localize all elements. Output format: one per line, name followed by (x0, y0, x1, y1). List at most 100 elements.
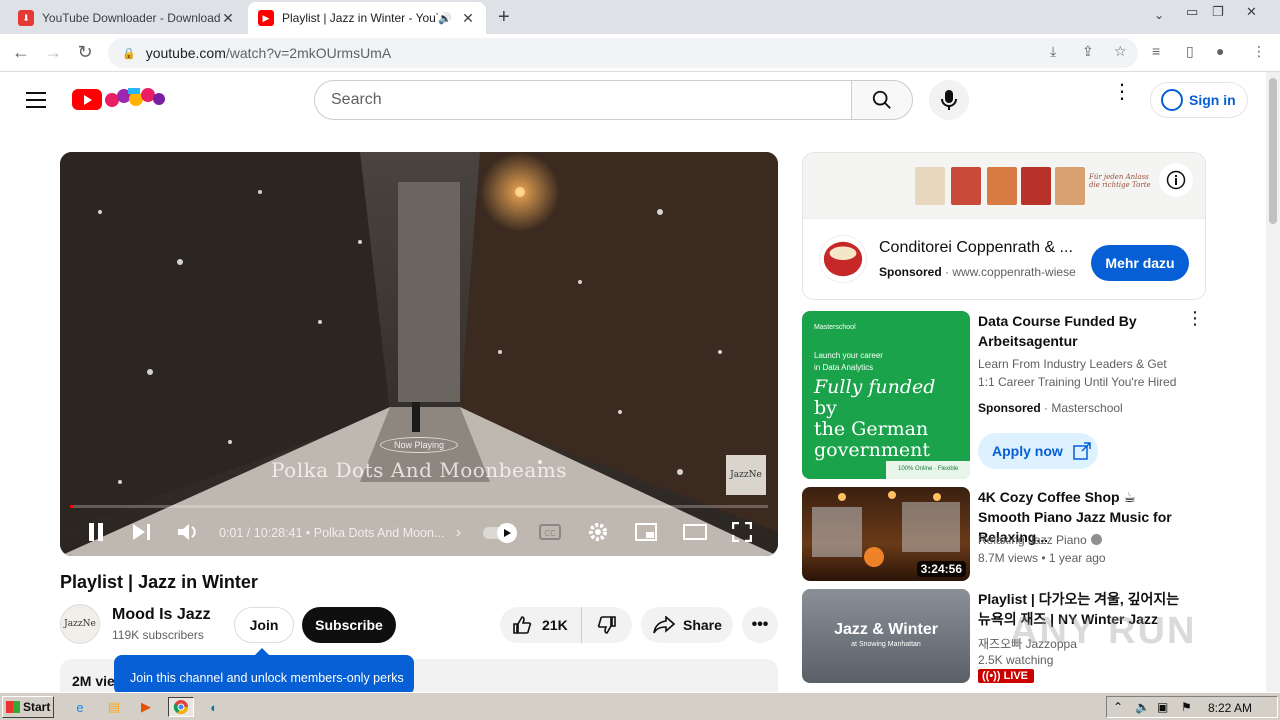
install-icon[interactable]: ⤓ (1050, 43, 1056, 60)
fullscreen-button[interactable] (730, 520, 754, 544)
mehr-dazu-button[interactable]: Mehr dazu (1091, 245, 1189, 281)
miniplayer-button[interactable] (634, 520, 658, 544)
cake-product-image (1055, 167, 1085, 205)
browser-menu-icon[interactable]: ⋮ (1252, 43, 1266, 60)
captions-button[interactable]: CC (538, 520, 562, 544)
advertiser-name[interactable]: Conditorei Coppenrath & ... (879, 239, 1073, 257)
lock-icon[interactable]: 🔒 (122, 47, 136, 60)
minimize-icon[interactable]: ▭ (1186, 4, 1198, 20)
share-page-icon[interactable]: ⇪ (1082, 43, 1094, 60)
join-tooltip: Join this channel and unlock members-onl… (114, 648, 414, 695)
chapter-arrow-icon: › (455, 524, 462, 541)
rec-menu-icon[interactable]: ⋮ (1186, 309, 1204, 327)
channel-avatar[interactable]: JazzNe (60, 604, 100, 644)
youtube-header: ⋮ Sign in (0, 72, 1266, 128)
volume-icon (178, 524, 196, 540)
video-thumbnail[interactable]: Jazz & Winter at Snowing Manhattan (802, 589, 970, 683)
video-thumbnail[interactable]: 3:24:56 (802, 487, 970, 581)
video-player[interactable]: Now Playing Polka Dots And Moonbeams Jaz… (60, 152, 778, 556)
hamburger-menu-icon[interactable] (26, 92, 46, 108)
thumb-headline-by: by (814, 397, 837, 419)
dislike-button[interactable] (582, 607, 632, 643)
new-tab-icon[interactable]: + (498, 6, 510, 29)
volume-tray-icon[interactable]: 🔈 (1135, 700, 1150, 714)
voice-search-button[interactable] (929, 80, 969, 120)
rec-title[interactable]: Data Course Funded By Arbeitsagentur (978, 311, 1184, 351)
audio-playing-icon[interactable]: 🔊 (438, 12, 452, 25)
next-button[interactable] (130, 520, 154, 544)
sign-in-button[interactable]: Sign in (1150, 82, 1248, 118)
ad-banner-image[interactable]: Für jeden Anlass die richtige Torte (803, 153, 1205, 219)
back-icon[interactable]: ← (10, 42, 32, 63)
ad-info-button[interactable] (1159, 163, 1193, 197)
settings-kebab-icon[interactable]: ⋮ (1112, 82, 1132, 102)
reload-icon[interactable]: ↻ (74, 42, 96, 63)
rec-channel[interactable]: Relaxing Jazz Piano (978, 533, 1102, 547)
apply-now-button[interactable]: Apply now (978, 433, 1098, 469)
tab-youtube-downloader[interactable]: ⬇ YouTube Downloader - Download Yo ✕ (8, 2, 246, 34)
bookmark-star-icon[interactable]: ☆ (1114, 43, 1127, 60)
youtube-logo-icon[interactable] (72, 89, 102, 110)
close-window-icon[interactable]: ✕ (1246, 4, 1257, 20)
sponsored-recommendation[interactable]: Masterschool Launch your career in Data … (802, 309, 1206, 479)
explorer-folder-icon[interactable]: ▤ (104, 697, 124, 717)
join-button[interactable]: Join (234, 607, 294, 643)
share-arrow-icon (653, 616, 675, 634)
recommended-video[interactable]: 3:24:56 4K Cozy Coffee Shop ☕ Smooth Pia… (802, 487, 1206, 581)
thumbs-up-icon (513, 616, 532, 634)
side-panel-icon[interactable]: ▯ (1186, 43, 1194, 60)
scrollbar-thumb[interactable] (1269, 78, 1277, 224)
system-tray: ⌃ 🔈 ▣ ⚑ (1106, 696, 1278, 718)
media-control-icon[interactable]: ≡ (1152, 43, 1160, 59)
pause-button[interactable] (84, 520, 108, 544)
subscribe-button[interactable]: Subscribe (302, 607, 396, 643)
flag-tray-icon[interactable]: ⚑ (1181, 700, 1192, 714)
page-scrollbar[interactable] (1266, 72, 1280, 692)
progress-bar[interactable] (70, 505, 768, 508)
channel-watermark[interactable]: JazzNe (726, 455, 766, 495)
tab-close-icon[interactable]: ✕ (460, 10, 476, 27)
autoplay-play-icon[interactable] (497, 523, 517, 543)
theater-mode-button[interactable] (682, 520, 708, 544)
ie-icon[interactable]: e (70, 697, 90, 717)
more-actions-button[interactable]: ••• (742, 607, 778, 643)
channel-name[interactable]: Mood Is Jazz (112, 606, 211, 624)
taskbar-clock[interactable]: 8:22 AM (1208, 701, 1252, 715)
holiday-doodle-logo[interactable] (104, 84, 166, 110)
search-input[interactable] (331, 91, 851, 109)
search-button[interactable] (851, 80, 913, 120)
settings-button[interactable] (586, 520, 610, 544)
forward-icon[interactable]: → (42, 42, 64, 63)
tab-search-chevron-icon[interactable]: ⌄ (1154, 8, 1164, 22)
display-ad-card[interactable]: Für jeden Anlass die richtige Torte Cond… (802, 152, 1206, 300)
verified-check-icon (1090, 534, 1102, 545)
video-title: Playlist | Jazz in Winter (60, 572, 258, 592)
like-button[interactable]: 21K (500, 607, 582, 643)
edge-icon[interactable]: ◐ (204, 697, 224, 717)
tray-chevron-icon[interactable]: ⌃ (1113, 700, 1123, 714)
thumb-headline-line2: the German (814, 418, 929, 440)
media-player-icon[interactable]: ▶ (136, 697, 156, 717)
start-button[interactable]: Start (2, 696, 54, 718)
time-and-chapter[interactable]: 0:01 / 10:28:41 • Polka Dots And Moon...… (219, 524, 461, 542)
theater-icon (683, 524, 707, 540)
search-icon (872, 90, 891, 109)
info-icon (1166, 170, 1186, 190)
masterschool-ad-thumbnail[interactable]: Masterschool Launch your career in Data … (802, 311, 970, 479)
search-box[interactable] (314, 80, 852, 120)
mute-button[interactable] (176, 520, 202, 544)
network-tray-icon[interactable]: ▣ (1157, 700, 1168, 714)
ad-meta: Sponsored · www.coppenrath-wiese (879, 265, 1076, 279)
tab-playlist-jazz[interactable]: ▶ Playlist | Jazz in Winter - YouTub 🔊 ✕ (248, 2, 486, 34)
like-count: 21K (542, 617, 568, 633)
tab-close-icon[interactable]: ✕ (220, 10, 236, 27)
restore-icon[interactable]: ❐ (1212, 4, 1224, 20)
chrome-icon[interactable] (168, 697, 194, 717)
share-button[interactable]: Share (641, 607, 733, 643)
profile-icon[interactable]: ● (1216, 43, 1224, 59)
thumb-headline-italic: Fully funded (814, 376, 936, 398)
address-bar[interactable]: 🔒 youtube.com/watch?v=2mkOUrmsUmA (108, 38, 1138, 68)
cc-icon: CC (539, 524, 561, 540)
masterschool-brand: Masterschool (814, 324, 856, 331)
skip-next-icon (133, 524, 150, 540)
